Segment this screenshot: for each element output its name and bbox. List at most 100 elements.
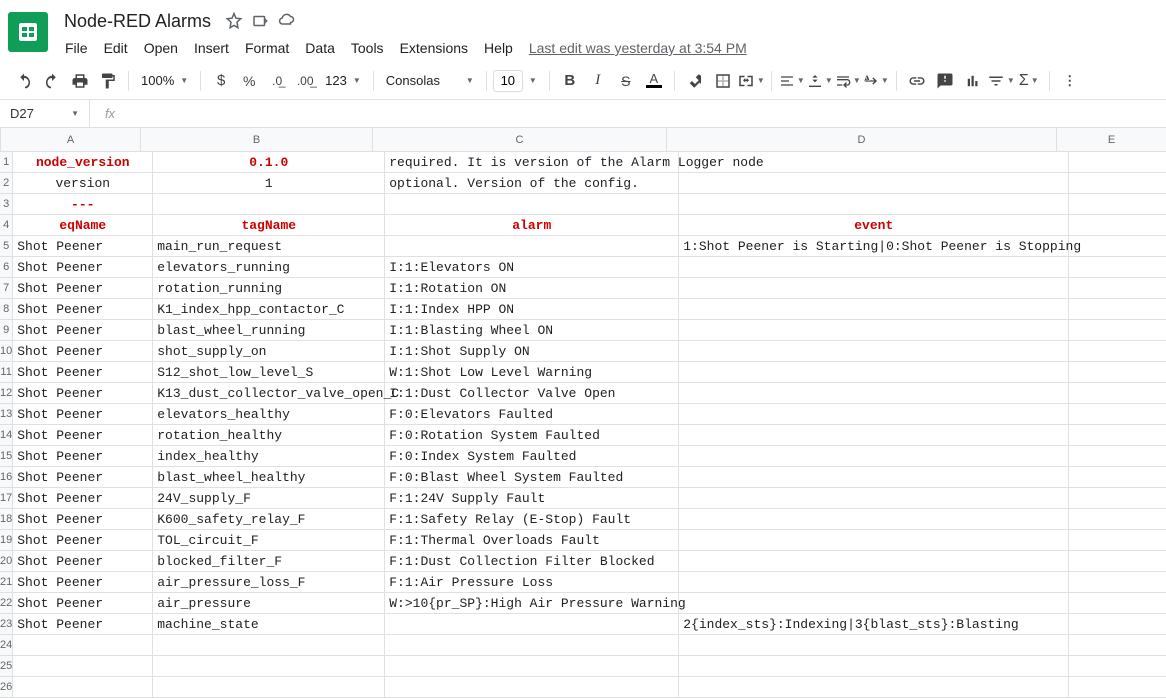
row-header-3[interactable]: 3 <box>0 194 13 215</box>
text-rotate-icon[interactable]: ▼ <box>862 68 890 94</box>
cell-E17[interactable] <box>1069 488 1166 509</box>
cell-A21[interactable]: Shot Peener <box>13 572 153 593</box>
paint-format-icon[interactable] <box>94 68 122 94</box>
cell-C26[interactable] <box>385 677 679 698</box>
row-header-18[interactable]: 18 <box>0 509 13 530</box>
cell-D1[interactable] <box>679 152 1069 173</box>
increase-decimal-icon[interactable]: .00̲ <box>291 68 319 94</box>
cell-D15[interactable] <box>679 446 1069 467</box>
cell-A5[interactable]: Shot Peener <box>13 236 153 257</box>
currency-icon[interactable]: $ <box>207 68 235 94</box>
cell-A7[interactable]: Shot Peener <box>13 278 153 299</box>
column-header-D[interactable]: D <box>667 128 1057 152</box>
cloud-status-icon[interactable] <box>277 12 295 30</box>
cell-C5[interactable] <box>385 236 679 257</box>
row-header-12[interactable]: 12 <box>0 383 13 404</box>
row-header-16[interactable]: 16 <box>0 467 13 488</box>
italic-icon[interactable]: I <box>584 68 612 94</box>
cell-B14[interactable]: rotation_healthy <box>153 425 385 446</box>
cell-B5[interactable]: main_run_request <box>153 236 385 257</box>
cell-C17[interactable]: F:1:24V Supply Fault <box>385 488 679 509</box>
cell-D12[interactable] <box>679 383 1069 404</box>
cell-D26[interactable] <box>679 677 1069 698</box>
cell-E15[interactable] <box>1069 446 1166 467</box>
row-header-25[interactable]: 25 <box>0 656 13 677</box>
cell-A14[interactable]: Shot Peener <box>13 425 153 446</box>
filter-icon[interactable]: ▼ <box>987 68 1015 94</box>
cell-B13[interactable]: elevators_healthy <box>153 404 385 425</box>
row-header-6[interactable]: 6 <box>0 257 13 278</box>
cell-D16[interactable] <box>679 467 1069 488</box>
print-icon[interactable] <box>66 68 94 94</box>
cell-E5[interactable] <box>1069 236 1166 257</box>
text-wrap-icon[interactable]: ▼ <box>834 68 862 94</box>
row-header-24[interactable]: 24 <box>0 635 13 656</box>
cell-B17[interactable]: 24V_supply_F <box>153 488 385 509</box>
cell-D9[interactable] <box>679 320 1069 341</box>
cell-C7[interactable]: I:1:Rotation ON <box>385 278 679 299</box>
cell-E24[interactable] <box>1069 635 1166 656</box>
menu-edit[interactable]: Edit <box>97 36 135 60</box>
cell-E16[interactable] <box>1069 467 1166 488</box>
row-header-15[interactable]: 15 <box>0 446 13 467</box>
cell-C24[interactable] <box>385 635 679 656</box>
cell-E9[interactable] <box>1069 320 1166 341</box>
cell-D4[interactable]: event <box>679 215 1069 236</box>
cell-C18[interactable]: F:1:Safety Relay (E-Stop) Fault <box>385 509 679 530</box>
cell-E2[interactable] <box>1069 173 1166 194</box>
redo-icon[interactable] <box>38 68 66 94</box>
cell-A1[interactable]: node_version <box>13 152 153 173</box>
cell-D17[interactable] <box>679 488 1069 509</box>
cell-B18[interactable]: K600_safety_relay_F <box>153 509 385 530</box>
bold-icon[interactable]: B <box>556 68 584 94</box>
cell-C4[interactable]: alarm <box>385 215 679 236</box>
cell-D7[interactable] <box>679 278 1069 299</box>
star-icon[interactable] <box>225 12 243 30</box>
last-edit-link[interactable]: Last edit was yesterday at 3:54 PM <box>522 36 754 60</box>
menu-help[interactable]: Help <box>477 36 520 60</box>
cell-B21[interactable]: air_pressure_loss_F <box>153 572 385 593</box>
menu-insert[interactable]: Insert <box>187 36 236 60</box>
cell-A6[interactable]: Shot Peener <box>13 257 153 278</box>
cell-B7[interactable]: rotation_running <box>153 278 385 299</box>
cell-E8[interactable] <box>1069 299 1166 320</box>
chart-icon[interactable] <box>959 68 987 94</box>
cell-B4[interactable]: tagName <box>153 215 385 236</box>
cell-C8[interactable]: I:1:Index HPP ON <box>385 299 679 320</box>
cell-E23[interactable] <box>1069 614 1166 635</box>
menu-file[interactable]: File <box>58 36 95 60</box>
cell-D23[interactable]: 2{index_sts}:Indexing|3{blast_sts}:Blast… <box>679 614 1069 635</box>
cell-B16[interactable]: blast_wheel_healthy <box>153 467 385 488</box>
font-size-dropdown-icon[interactable]: ▼ <box>523 68 543 94</box>
cell-D20[interactable] <box>679 551 1069 572</box>
cell-D3[interactable] <box>679 194 1069 215</box>
cell-B23[interactable]: machine_state <box>153 614 385 635</box>
zoom-select[interactable]: 100%▼ <box>135 68 194 94</box>
cell-D2[interactable] <box>679 173 1069 194</box>
document-title[interactable]: Node-RED Alarms <box>58 9 217 34</box>
cell-D18[interactable] <box>679 509 1069 530</box>
cell-D24[interactable] <box>679 635 1069 656</box>
row-header-23[interactable]: 23 <box>0 614 13 635</box>
cell-D11[interactable] <box>679 362 1069 383</box>
row-header-9[interactable]: 9 <box>0 320 13 341</box>
menu-data[interactable]: Data <box>298 36 342 60</box>
cell-C23[interactable] <box>385 614 679 635</box>
cell-A15[interactable]: Shot Peener <box>13 446 153 467</box>
row-header-20[interactable]: 20 <box>0 551 13 572</box>
row-header-7[interactable]: 7 <box>0 278 13 299</box>
cell-A10[interactable]: Shot Peener <box>13 341 153 362</box>
cell-B15[interactable]: index_healthy <box>153 446 385 467</box>
name-box[interactable]: D27▼ <box>0 100 90 127</box>
cell-D6[interactable] <box>679 257 1069 278</box>
cell-A16[interactable]: Shot Peener <box>13 467 153 488</box>
row-header-17[interactable]: 17 <box>0 488 13 509</box>
more-toolbar-icon[interactable]: ⋮ <box>1056 68 1084 94</box>
row-header-10[interactable]: 10 <box>0 341 13 362</box>
cell-A2[interactable]: version <box>13 173 153 194</box>
comment-icon[interactable] <box>931 68 959 94</box>
row-header-19[interactable]: 19 <box>0 530 13 551</box>
font-size-input[interactable] <box>493 70 523 92</box>
cell-A25[interactable] <box>13 656 153 677</box>
cell-B19[interactable]: TOL_circuit_F <box>153 530 385 551</box>
